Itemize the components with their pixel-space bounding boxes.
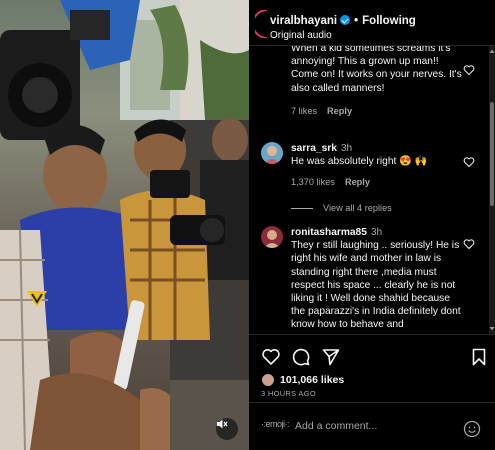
scroll-down-arrow-icon[interactable] <box>489 326 495 332</box>
comments-list: When a kid sometimes screams it's annoyi… <box>249 46 495 334</box>
comment-meta: 7 likes Reply <box>291 105 463 118</box>
add-comment-bar: ·:emoji·: <box>249 402 495 450</box>
comment-icon[interactable] <box>291 347 311 367</box>
reel-video[interactable] <box>0 0 249 450</box>
story-ring-avatar[interactable] <box>255 10 267 38</box>
comments-scrollbar[interactable] <box>489 46 495 334</box>
following-button[interactable]: Following <box>362 15 416 27</box>
view-replies-label: View all 4 replies <box>323 203 392 213</box>
comment-likes[interactable]: 1,370 likes <box>291 177 335 187</box>
bookmark-icon[interactable] <box>469 347 489 367</box>
verified-badge-icon <box>340 15 351 25</box>
commenter-username[interactable]: ronitasharma85 <box>291 227 367 238</box>
author-username[interactable]: viralbhayani <box>270 15 337 27</box>
comment-like-heart-icon[interactable] <box>463 156 475 168</box>
separator-dot: • <box>354 15 359 27</box>
commenter-username[interactable]: sarra_srk <box>291 143 337 154</box>
comment-text: They r still laughing .. seriously! He i… <box>291 240 461 331</box>
comment-meta: 1,370 likes Reply <box>291 176 463 189</box>
heart-icon[interactable] <box>261 347 281 367</box>
audio-link[interactable]: Original audio <box>270 30 332 41</box>
post-header: viralbhayani • Following Original audio <box>249 0 495 46</box>
comment-like-heart-icon[interactable] <box>463 64 475 76</box>
muted-speaker-icon <box>217 419 228 429</box>
reply-button[interactable]: Reply <box>327 106 352 116</box>
comment-input[interactable] <box>295 420 455 432</box>
replies-divider-line <box>291 207 313 209</box>
view-replies-link[interactable]: View all 4 replies <box>291 203 392 213</box>
comment-time: 3h <box>370 227 383 238</box>
video-frame-illustration <box>0 0 249 450</box>
author-line: viralbhayani • Following <box>270 15 416 27</box>
scroll-up-arrow-icon[interactable] <box>489 48 495 54</box>
comment-time: 3h <box>340 143 353 154</box>
scrollbar-thumb[interactable] <box>490 102 494 206</box>
smile-icon[interactable] <box>463 420 481 438</box>
mute-toggle-button[interactable] <box>216 418 238 440</box>
commenter-avatar[interactable] <box>261 226 283 248</box>
likes-count[interactable]: 101,066 likes <box>280 374 344 386</box>
reply-button[interactable]: Reply <box>345 177 370 187</box>
commenter-avatar[interactable] <box>261 142 283 164</box>
comment-content: sarra_srk 3h He was absolutely right 😍 🙌 … <box>291 142 463 190</box>
post-details-panel: viralbhayani • Following Original audio Wh… <box>249 0 495 450</box>
share-icon[interactable] <box>321 347 341 367</box>
post-timestamp[interactable]: 3 HOURS AGO <box>261 389 316 398</box>
comment-text: He was absolutely right 😍 🙌 <box>291 156 428 168</box>
channel-watermark-icon <box>26 290 48 308</box>
comment-text: When a kid sometimes screams it's annoyi… <box>291 46 462 94</box>
likes-summary[interactable]: 101,066 likes <box>261 373 344 387</box>
comment-likes[interactable]: 7 likes <box>291 106 317 116</box>
liker-avatar <box>261 373 275 387</box>
comment-like-heart-icon[interactable] <box>463 238 475 250</box>
comment-content: When a kid sometimes screams it's annoyi… <box>291 46 463 118</box>
comment-content: ronitasharma85 3h They r still laughing .… <box>291 226 463 332</box>
emoji-picker-button[interactable]: ·:emoji·: <box>261 419 290 429</box>
